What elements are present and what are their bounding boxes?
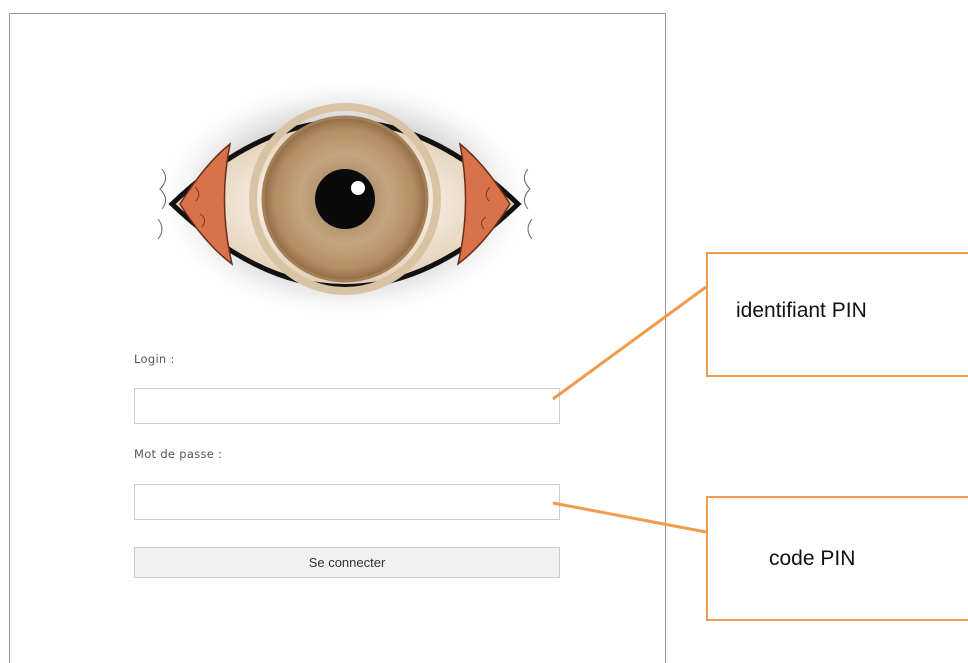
eye-icon bbox=[155, 77, 535, 321]
login-input[interactable] bbox=[134, 388, 560, 424]
screen: Login : Mot de passe : Se connecter iden… bbox=[0, 0, 968, 663]
password-input[interactable] bbox=[134, 484, 560, 520]
code-callout: code PIN bbox=[706, 496, 968, 621]
login-label: Login : bbox=[134, 352, 175, 366]
identifier-callout: identifiant PIN bbox=[706, 252, 968, 377]
password-label: Mot de passe : bbox=[134, 447, 223, 461]
identifier-callout-text: identifiant PIN bbox=[736, 298, 867, 322]
login-submit-button[interactable]: Se connecter bbox=[134, 547, 560, 578]
code-callout-text: code PIN bbox=[769, 546, 856, 570]
login-panel: Login : Mot de passe : Se connecter bbox=[9, 13, 666, 663]
